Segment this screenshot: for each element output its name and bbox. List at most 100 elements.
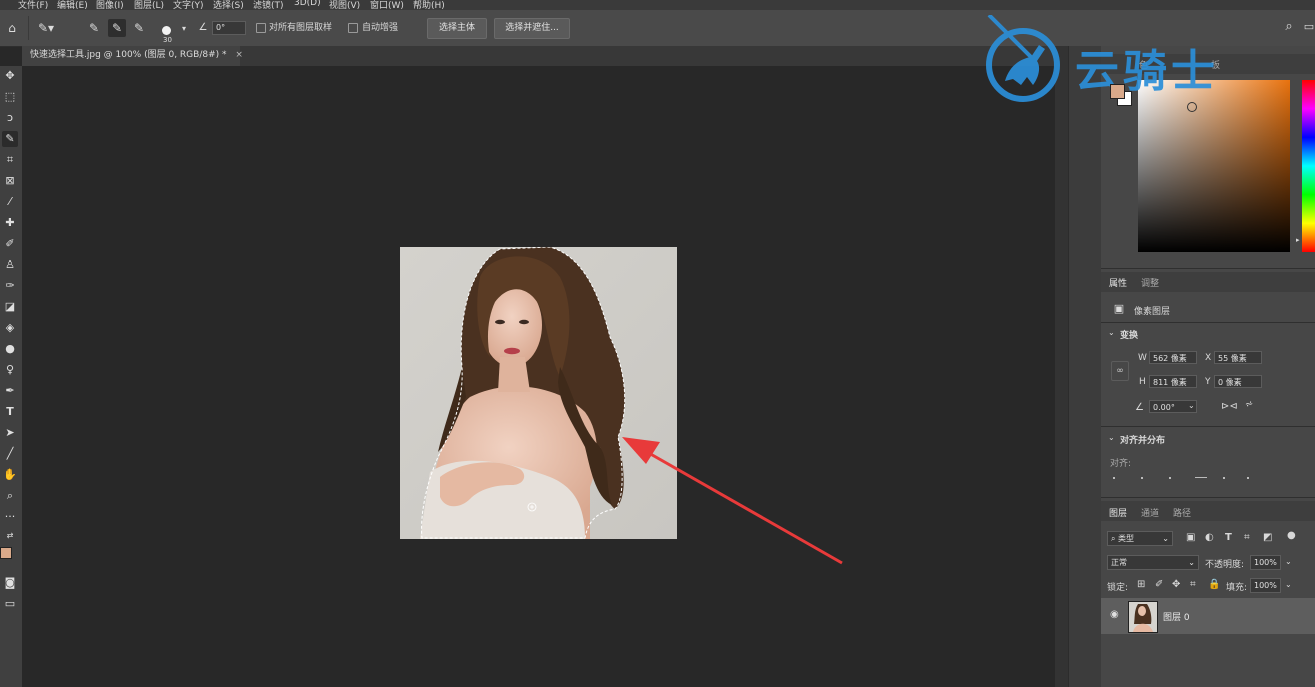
tab-channels[interactable]: 通道 (1141, 506, 1159, 519)
hand-tool-icon[interactable]: ✋ (2, 467, 18, 483)
more-tools-icon[interactable]: ··· (2, 509, 18, 525)
chevron-down-icon[interactable]: ⌄ (1285, 580, 1292, 589)
zoom-tool-icon[interactable]: ⌕ (2, 488, 18, 504)
line-tool-icon[interactable]: ╱ (2, 446, 18, 462)
transform-chevron-icon[interactable]: ⌄ (1108, 328, 1115, 337)
eraser-tool-icon[interactable]: ◪ (2, 299, 18, 315)
menu-file[interactable]: 文件(F) (18, 0, 48, 10)
type-tool-icon[interactable]: T (2, 404, 18, 420)
clone-stamp-icon[interactable]: ♙ (2, 257, 18, 273)
align-center-icon[interactable] (1141, 477, 1143, 479)
auto-enhance-checkbox[interactable] (348, 23, 358, 33)
pen-tool-icon[interactable]: ✒ (2, 383, 18, 399)
paint-bucket-icon[interactable]: ◈ (2, 320, 18, 336)
workspace-icon[interactable]: ▭ (1303, 20, 1315, 34)
link-dimensions-icon[interactable]: ∞ (1111, 361, 1129, 381)
foreground-color-swatch[interactable] (0, 547, 12, 559)
layer-filter-select[interactable]: ⌕ 类型 ⌄ (1107, 531, 1173, 546)
sample-all-layers-checkbox[interactable] (256, 23, 266, 33)
menu-select[interactable]: 选择(S) (213, 0, 244, 10)
menu-type[interactable]: 文字(Y) (173, 0, 204, 10)
tab-properties[interactable]: 属性 (1109, 276, 1127, 289)
align-middle-icon[interactable] (1223, 477, 1225, 479)
brush-tool-icon[interactable]: ✐ (2, 236, 18, 252)
transform-header[interactable]: 变换 (1120, 328, 1138, 341)
hue-slider[interactable] (1302, 80, 1315, 252)
close-tab-icon[interactable]: × (235, 50, 243, 60)
layer-name[interactable]: 图层 0 (1163, 610, 1190, 623)
lock-pixels-icon[interactable]: ✐ (1155, 579, 1163, 590)
align-left-icon[interactable] (1113, 477, 1115, 479)
align-header[interactable]: 对齐并分布 (1120, 433, 1165, 446)
move-tool-icon[interactable]: ✥ (2, 68, 18, 84)
dodge-tool-icon[interactable]: ♀ (2, 362, 18, 378)
screen-mode-icon[interactable]: ▭ (2, 596, 18, 612)
tab-paths[interactable]: 路径 (1173, 506, 1191, 519)
new-selection-icon[interactable]: ✎ (86, 21, 102, 35)
crop-tool-icon[interactable]: ⌗ (2, 152, 18, 168)
menu-view[interactable]: 视图(V) (329, 0, 360, 10)
menu-filter[interactable]: 滤镜(T) (253, 0, 284, 10)
align-bottom-icon[interactable] (1247, 477, 1249, 479)
hue-slider-handle-icon[interactable]: ▸ (1296, 236, 1300, 244)
blur-tool-icon[interactable]: ● (2, 341, 18, 357)
layer-row[interactable]: ◉ 图层 0 (1101, 598, 1315, 634)
document-tab[interactable]: 快速选择工具.jpg @ 100% (图层 0, RGB/8#) * × (22, 46, 243, 66)
filter-smart-object-icon[interactable]: ◩ (1263, 532, 1272, 543)
chevron-down-icon[interactable]: ⌄ (1285, 557, 1292, 566)
lock-transparent-icon[interactable]: ⊞ (1137, 579, 1145, 590)
healing-brush-icon[interactable]: ✚ (2, 215, 18, 231)
menu-help[interactable]: 帮助(H) (413, 0, 445, 10)
angle-input[interactable]: 0° (212, 21, 246, 35)
lock-artboard-icon[interactable]: ⌗ (1190, 579, 1196, 590)
width-input[interactable]: 562 像素 (1149, 351, 1197, 364)
quick-mask-icon[interactable]: ◙ (2, 575, 18, 591)
tab-layers[interactable]: 图层 (1109, 506, 1127, 519)
chevron-down-icon[interactable]: ⌄ (1188, 401, 1195, 410)
home-icon[interactable]: ⌂ (4, 21, 20, 35)
select-subject-button[interactable]: 选择主体 (427, 18, 487, 39)
swap-colors-icon[interactable]: ⇄ (2, 528, 18, 544)
lock-position-icon[interactable]: ✥ (1172, 579, 1180, 590)
y-input[interactable]: 0 像素 (1214, 375, 1262, 388)
subtract-from-selection-icon[interactable]: ✎ (131, 21, 147, 35)
add-to-selection-icon[interactable]: ✎ (108, 19, 126, 37)
flip-vertical-icon[interactable]: ⩫ (1245, 399, 1253, 410)
height-input[interactable]: 811 像素 (1149, 375, 1197, 388)
blend-mode-select[interactable]: 正常 ⌄ (1107, 555, 1199, 570)
eyedropper-tool-icon[interactable]: ⁄ (2, 194, 18, 210)
color-panel-foreground-swatch[interactable] (1110, 84, 1125, 99)
select-and-mask-button[interactable]: 选择并遮住... (494, 18, 570, 39)
lock-all-icon[interactable]: 🔒 (1208, 579, 1220, 590)
align-top-icon[interactable] (1195, 477, 1207, 478)
align-right-icon[interactable] (1169, 477, 1171, 479)
filter-type-icon[interactable]: T (1225, 532, 1232, 543)
filter-shape-icon[interactable]: ⌗ (1244, 532, 1250, 543)
quick-select-tool-preset-icon[interactable]: ✎▾ (36, 21, 56, 35)
brush-size-dot-icon[interactable] (162, 26, 171, 35)
align-chevron-icon[interactable]: ⌄ (1108, 433, 1115, 442)
quick-selection-tool-icon[interactable]: ✎ (2, 131, 18, 147)
eye-visibility-icon[interactable]: ◉ (1110, 609, 1119, 620)
flip-horizontal-icon[interactable]: ⊳⊲ (1221, 401, 1238, 412)
frame-tool-icon[interactable]: ⊠ (2, 173, 18, 189)
auto-enhance-label: 自动增强 (362, 23, 399, 33)
menu-edit[interactable]: 编辑(E) (57, 0, 88, 10)
search-icon[interactable]: ⌕ (1281, 20, 1297, 34)
x-input[interactable]: 55 像素 (1214, 351, 1262, 364)
menu-3d[interactable]: 3D(D) (294, 0, 321, 8)
menu-image[interactable]: 图像(I) (96, 0, 124, 10)
menu-window[interactable]: 窗口(W) (370, 0, 404, 10)
filter-toggle-icon[interactable]: ● (1287, 530, 1296, 541)
marquee-tool-icon[interactable]: ⬚ (2, 89, 18, 105)
chevron-down-icon[interactable]: ▾ (179, 22, 189, 36)
tab-adjustments[interactable]: 调整 (1141, 276, 1159, 289)
lasso-tool-icon[interactable]: ↄ (2, 110, 18, 126)
path-selection-icon[interactable]: ➤ (2, 425, 18, 441)
fill-input[interactable]: 100% (1250, 578, 1281, 593)
history-brush-icon[interactable]: ✑ (2, 278, 18, 294)
filter-adjustment-icon[interactable]: ◐ (1205, 532, 1214, 543)
filter-image-icon[interactable]: ▣ (1186, 532, 1195, 543)
menu-layer[interactable]: 图层(L) (134, 0, 164, 10)
opacity-input[interactable]: 100% (1250, 555, 1281, 570)
